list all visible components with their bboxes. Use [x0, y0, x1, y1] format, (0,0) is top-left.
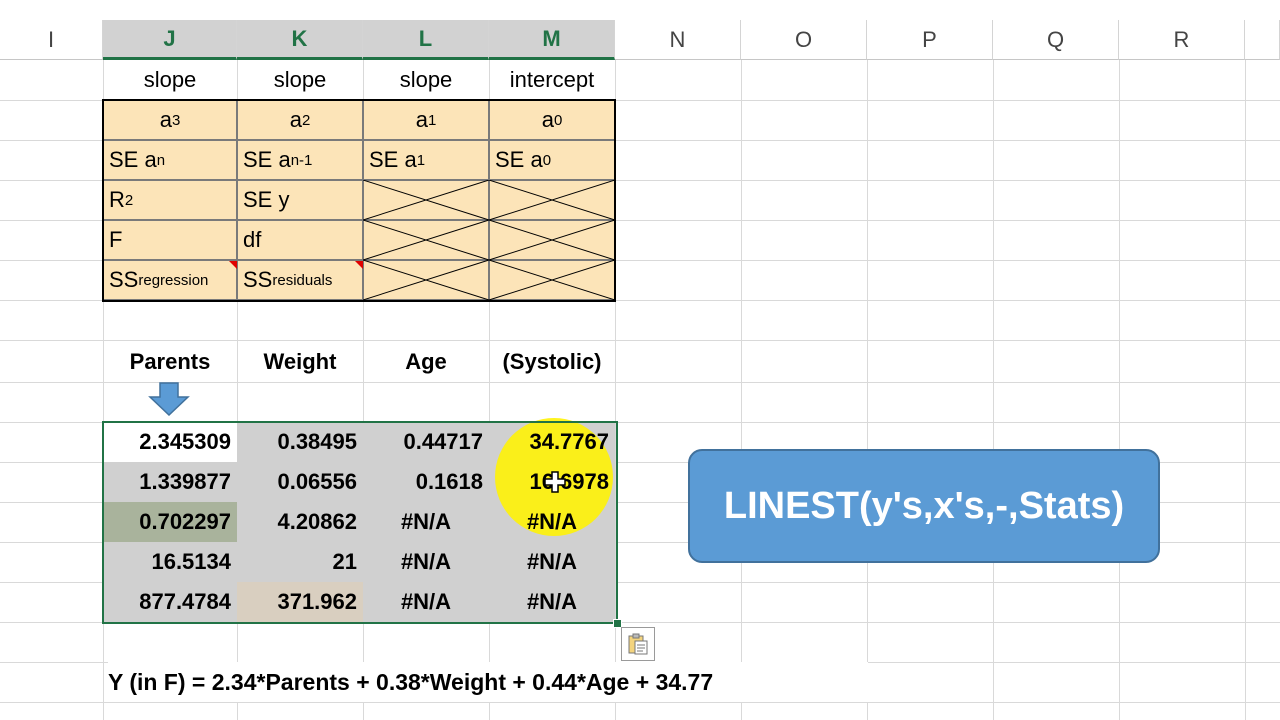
- cell-subscript: residuals: [272, 271, 333, 289]
- gridline: [1119, 60, 1120, 720]
- down-arrow-icon: [148, 382, 190, 416]
- cell-text: SS: [109, 267, 139, 292]
- gridline: [1245, 60, 1246, 720]
- cross-out-marks: [363, 180, 615, 300]
- slope-label[interactable]: slope: [237, 60, 363, 100]
- gridline: [0, 340, 1280, 341]
- gridline: [0, 300, 1280, 301]
- result-cell[interactable]: 34.7767: [489, 422, 615, 462]
- result-cell[interactable]: 0.44717: [363, 422, 489, 462]
- cell-subscript: 1: [416, 151, 426, 169]
- cell-text: a: [541, 107, 554, 132]
- legend-se-an-1[interactable]: SE a n-1: [237, 140, 363, 180]
- result-cell[interactable]: 371.962: [237, 582, 363, 622]
- result-cell[interactable]: 0.06556: [237, 462, 363, 502]
- cell-text: R: [109, 187, 125, 212]
- result-cell[interactable]: #N/A: [489, 502, 615, 542]
- cell-text: a: [159, 107, 172, 132]
- result-cell[interactable]: #N/A: [489, 582, 615, 622]
- column-header-p[interactable]: P: [867, 20, 993, 60]
- cell-text: a: [415, 107, 428, 132]
- legend-se-an[interactable]: SE an: [103, 140, 237, 180]
- cell-text: SE a: [495, 147, 543, 172]
- result-cell[interactable]: 1.339877: [103, 462, 237, 502]
- cell-subscript: 1: [427, 111, 437, 129]
- legend-se-a0[interactable]: SE a0: [489, 140, 615, 180]
- column-header-j[interactable]: J: [103, 20, 237, 60]
- legend-ss-residuals[interactable]: SS residuals: [237, 260, 363, 300]
- legend-coef-a2[interactable]: a2: [237, 100, 363, 140]
- legend-r-squared[interactable]: R2: [103, 180, 237, 220]
- result-cell[interactable]: #N/A: [363, 502, 489, 542]
- comment-indicator[interactable]: [355, 261, 363, 269]
- comment-indicator[interactable]: [229, 261, 237, 269]
- legend-coef-a0[interactable]: a0: [489, 100, 615, 140]
- slope-label[interactable]: slope: [103, 60, 237, 100]
- var-header-systolic[interactable]: (Systolic): [489, 342, 615, 382]
- var-header-age[interactable]: Age: [363, 342, 489, 382]
- legend-coef-a3[interactable]: a3: [103, 100, 237, 140]
- intercept-label[interactable]: intercept: [489, 60, 615, 100]
- cell-subscript: 2: [301, 111, 311, 129]
- result-cell[interactable]: #N/A: [363, 582, 489, 622]
- legend-se-y[interactable]: SE y: [237, 180, 363, 220]
- legend-ss-regression[interactable]: SS regression: [103, 260, 237, 300]
- result-cell[interactable]: 21: [237, 542, 363, 582]
- result-cell[interactable]: 0.702297: [103, 502, 237, 542]
- gridline: [0, 382, 1280, 383]
- clipboard-icon: [628, 633, 648, 655]
- gridline: [741, 60, 742, 720]
- result-cell[interactable]: 0.38495: [237, 422, 363, 462]
- column-header-n[interactable]: N: [615, 20, 741, 60]
- cell-text: SE a: [109, 147, 157, 172]
- result-cell[interactable]: #N/A: [489, 542, 615, 582]
- cell-text: SE a: [369, 147, 417, 172]
- cell-superscript: 2: [124, 191, 134, 209]
- cell-subscript: 0: [553, 111, 563, 129]
- cell-subscript: regression: [138, 271, 209, 289]
- paste-options-icon[interactable]: [621, 627, 655, 661]
- gridline: [867, 60, 868, 720]
- result-cell[interactable]: 16.5134: [103, 542, 237, 582]
- cell-subscript: n-1: [290, 151, 313, 169]
- regression-equation[interactable]: Y (in F) = 2.34*Parents + 0.38*Weight + …: [108, 662, 868, 702]
- legend-se-a1[interactable]: SE a1: [363, 140, 489, 180]
- cell-subscript: 0: [542, 151, 552, 169]
- cell-subscript: n: [156, 151, 166, 169]
- result-cell[interactable]: 0.1618: [363, 462, 489, 502]
- linest-callout: LINEST(y's,x's,-,Stats): [688, 449, 1160, 563]
- gridline: [993, 60, 994, 720]
- column-header-k[interactable]: K: [237, 20, 363, 60]
- column-header-m[interactable]: M: [489, 20, 615, 60]
- cell-text: SS: [243, 267, 273, 292]
- var-header-parents[interactable]: Parents: [103, 342, 237, 382]
- result-cell[interactable]: 4.20862: [237, 502, 363, 542]
- gridline: [0, 702, 1280, 703]
- column-header-q[interactable]: Q: [993, 20, 1119, 60]
- column-header-l[interactable]: L: [363, 20, 489, 60]
- cell-subscript: 3: [171, 111, 181, 129]
- gridline: [0, 622, 1280, 623]
- result-cell[interactable]: 877.4784: [103, 582, 237, 622]
- var-header-weight[interactable]: Weight: [237, 342, 363, 382]
- column-header-s[interactable]: [1245, 20, 1280, 60]
- legend-f-stat[interactable]: F: [103, 220, 237, 260]
- slope-label[interactable]: slope: [363, 60, 489, 100]
- spreadsheet[interactable]: I J K L M N O P Q R slope slope slope in…: [0, 0, 1280, 720]
- result-cell[interactable]: #N/A: [363, 542, 489, 582]
- cursor-icon: [544, 471, 566, 493]
- column-header-r[interactable]: R: [1119, 20, 1245, 60]
- legend-df[interactable]: df: [237, 220, 363, 260]
- column-header-o[interactable]: O: [741, 20, 867, 60]
- cell-text: SE a: [243, 147, 291, 172]
- callout-text: LINEST(y's,x's,-,Stats): [723, 484, 1125, 527]
- legend-coef-a1[interactable]: a1: [363, 100, 489, 140]
- cell-text: a: [289, 107, 302, 132]
- result-cell[interactable]: 2.345309: [103, 422, 237, 462]
- column-header-i[interactable]: I: [0, 20, 103, 60]
